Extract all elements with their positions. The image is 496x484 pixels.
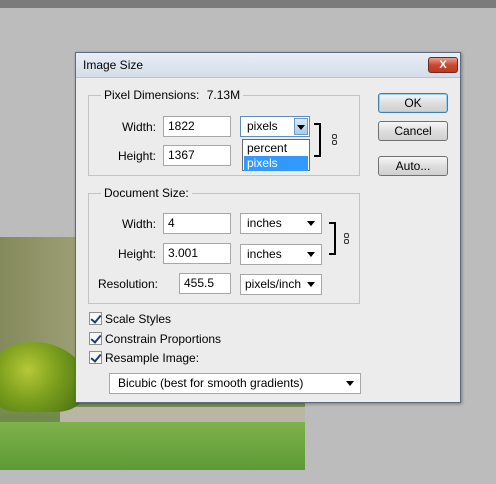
chevron-down-icon	[307, 252, 315, 257]
doc-width-label: Width:	[121, 217, 156, 231]
pixel-dimensions-legend: Pixel Dimensions: 7.13M	[101, 88, 244, 102]
dialog-title: Image Size	[83, 58, 144, 72]
chain-link-icon[interactable]	[332, 134, 338, 146]
resolution-input[interactable]: 455.5	[179, 273, 231, 294]
image-size-dialog: Image Size X Pixel Dimensions: 7.13M Wid…	[75, 52, 461, 403]
constrain-proportions-label[interactable]: Constrain Proportions	[105, 332, 221, 346]
doc-height-input[interactable]: 3.001	[163, 243, 231, 264]
document-link-bracket	[329, 222, 336, 255]
resample-image-label[interactable]: Resample Image:	[105, 351, 199, 365]
chain-link-icon[interactable]	[344, 233, 350, 245]
document-size-legend: Document Size:	[101, 186, 192, 200]
pixel-dimensions-size: 7.13M	[206, 88, 241, 102]
chevron-down-icon	[297, 125, 305, 130]
unit-dropdown-menu: percent pixels	[242, 139, 310, 171]
unit-option-percent[interactable]: percent	[244, 141, 308, 156]
doc-width-input[interactable]: 4	[163, 213, 231, 234]
pixel-height-input[interactable]: 1367	[163, 145, 231, 166]
pixel-width-input[interactable]: 1822	[163, 116, 231, 137]
unit-option-pixels[interactable]: pixels	[244, 156, 308, 171]
doc-width-unit-select[interactable]: inches	[240, 213, 322, 234]
pixel-width-label: Width:	[121, 120, 156, 134]
resample-image-checkbox[interactable]	[89, 351, 102, 364]
resolution-label: Resolution:	[97, 277, 158, 291]
doc-width-unit-value: inches	[247, 216, 282, 230]
pixel-width-unit-select[interactable]: pixels	[240, 116, 310, 137]
close-button[interactable]: X	[428, 57, 458, 73]
scale-styles-label[interactable]: Scale Styles	[105, 312, 171, 326]
doc-height-unit-select[interactable]: inches	[240, 244, 322, 265]
doc-height-unit-value: inches	[247, 247, 282, 261]
resample-method-select[interactable]: Bicubic (best for smooth gradients)	[109, 373, 361, 394]
photo-grass	[0, 422, 305, 470]
pixel-dimensions-label: Pixel Dimensions:	[104, 88, 200, 102]
unit-dropdown-button[interactable]	[294, 118, 308, 135]
pixel-link-bracket	[314, 123, 321, 157]
title-bar[interactable]: Image Size X	[76, 53, 460, 78]
resolution-unit-select[interactable]: pixels/inch	[240, 274, 322, 295]
ok-button[interactable]: OK	[378, 93, 448, 113]
pixel-width-unit-value: pixels	[247, 119, 278, 133]
doc-height-label: Height:	[117, 247, 156, 261]
window-top-strip	[0, 0, 496, 8]
chevron-down-icon	[307, 221, 315, 226]
resolution-unit-value: pixels/inch	[245, 277, 302, 291]
auto-button[interactable]: Auto...	[378, 156, 448, 176]
pixel-height-label: Height:	[117, 149, 156, 163]
resample-method-value: Bicubic (best for smooth gradients)	[118, 376, 304, 390]
cancel-button[interactable]: Cancel	[378, 121, 448, 141]
scale-styles-checkbox[interactable]	[89, 312, 102, 325]
constrain-proportions-checkbox[interactable]	[89, 332, 102, 345]
chevron-down-icon	[346, 381, 354, 386]
chevron-down-icon	[307, 282, 315, 287]
